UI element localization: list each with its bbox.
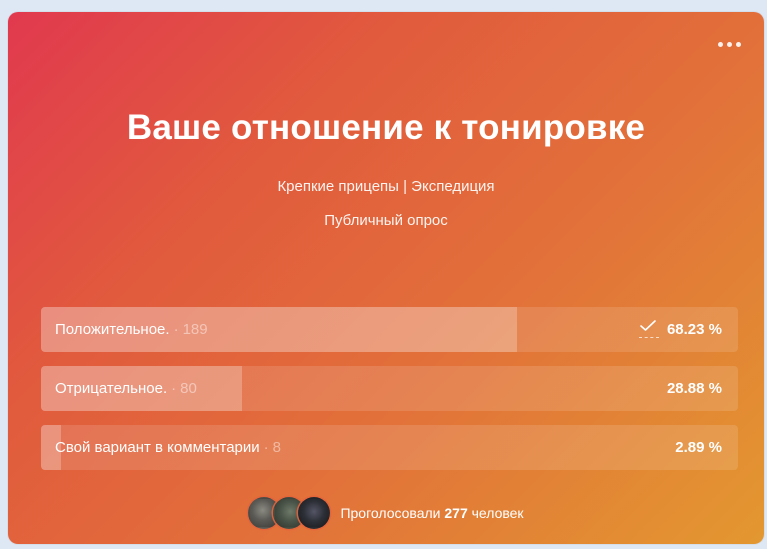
poll-author-link[interactable]: Крепкие прицепы | Экспедиция	[8, 178, 764, 195]
poll-option-percent: 2.89 %	[675, 439, 722, 456]
poll-title: Ваше отношение к тонировке	[126, 108, 646, 147]
poll-option-count: 80	[180, 380, 197, 397]
poll-type-label: Публичный опрос	[324, 212, 448, 229]
poll-option-result: 68.23 %	[638, 307, 722, 352]
poll-option-label: Положительное.	[55, 321, 170, 338]
poll-option-count: 8	[272, 439, 281, 456]
poll-option-percent: 68.23 %	[666, 321, 722, 338]
more-options-button[interactable]	[712, 32, 746, 56]
poll-option-count: 189	[182, 321, 208, 338]
more-icon-dot	[726, 41, 732, 47]
voters-suffix: человек	[471, 505, 524, 521]
poll-option-percent: 28.88 %	[666, 380, 722, 397]
poll-option-text: Положительное. · 189	[55, 307, 208, 352]
more-icon-dot	[735, 41, 741, 47]
poll-option-text: Свой вариант в комментарии · 8	[55, 425, 281, 470]
page-background: Ваше отношение к тонировке Крепкие прице…	[0, 0, 767, 549]
poll-option-result: 2.89 %	[675, 425, 722, 470]
poll-option-separator: ·	[173, 321, 179, 338]
voter-avatars	[248, 497, 331, 529]
poll-card: Ваше отношение к тонировке Крепкие прице…	[8, 12, 764, 544]
avatar	[298, 497, 331, 529]
poll-option-custom[interactable]: Свой вариант в комментарии · 8 2.89 %	[41, 425, 738, 470]
poll-option-text: Отрицательное. · 80	[55, 366, 197, 411]
voters-prefix: Проголосовали	[340, 505, 441, 521]
poll-options: Положительное. · 189 68.23 % Отрицательн…	[41, 307, 738, 484]
poll-option-label: Свой вариант в комментарии	[55, 439, 260, 456]
poll-option-result: 28.88 %	[667, 366, 722, 411]
poll-option-label: Отрицательное.	[55, 380, 168, 397]
poll-option-separator: ·	[171, 380, 177, 397]
poll-option-separator: ·	[263, 439, 269, 456]
voters-summary: Проголосовали 277 человек	[340, 505, 523, 521]
more-icon-dot	[717, 41, 723, 47]
voters-count: 277	[444, 505, 468, 521]
check-icon	[638, 320, 659, 338]
poll-voters[interactable]: Проголосовали 277 человек	[8, 497, 764, 529]
poll-option-negative[interactable]: Отрицательное. · 80 28.88 %	[41, 366, 738, 411]
poll-option-positive[interactable]: Положительное. · 189 68.23 %	[41, 307, 738, 352]
